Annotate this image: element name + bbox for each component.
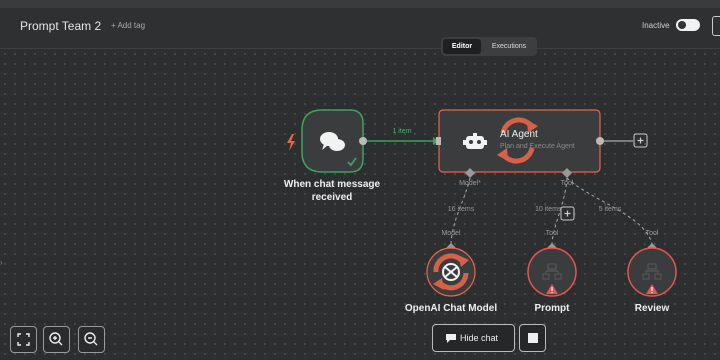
openai-port-label: Model [441,230,461,237]
trigger-output-port [359,137,367,145]
review-port-label: Tool [645,230,659,237]
agent-title: AI Agent [500,129,538,140]
zoom-out-icon [84,332,98,346]
model-port-label: Model* [459,180,481,187]
agent-subtitle: Plan and Execute Agent [500,143,575,150]
zoom-in-icon [49,332,63,346]
connection-items-label: 1 item [392,128,412,135]
fit-view-button[interactable] [10,326,37,353]
review-items-label: 5 items [598,206,622,213]
hide-chat-button[interactable]: Hide chat [432,324,515,352]
trigger-label-line2: received [311,192,353,203]
trigger-label-line1: When chat message [283,179,381,190]
openai-node-label: OpenAI Chat Model [404,303,498,314]
model-items-label: 16 items [447,206,475,213]
agent-input-port [436,137,441,145]
prompt-items-label: 10 items [535,206,562,213]
prompt-port-label: Tool [545,230,559,237]
plus-icon [637,137,644,144]
canvas-edge-handle[interactable]: › [0,258,4,272]
stop-icon [528,333,538,343]
zoom-out-button[interactable] [78,326,105,353]
review-node-label: Review [634,303,670,314]
trigger-node-label: When chat message received [272,178,392,204]
prompt-node-label: Prompt [534,303,570,314]
stop-button[interactable] [519,324,546,352]
tool-port-label: Tool [560,180,574,187]
lightning-icon [287,134,295,151]
fit-view-icon [17,333,30,346]
hide-chat-label: Hide chat [460,333,499,343]
zoom-in-button[interactable] [43,326,70,353]
chat-icon [446,334,456,343]
